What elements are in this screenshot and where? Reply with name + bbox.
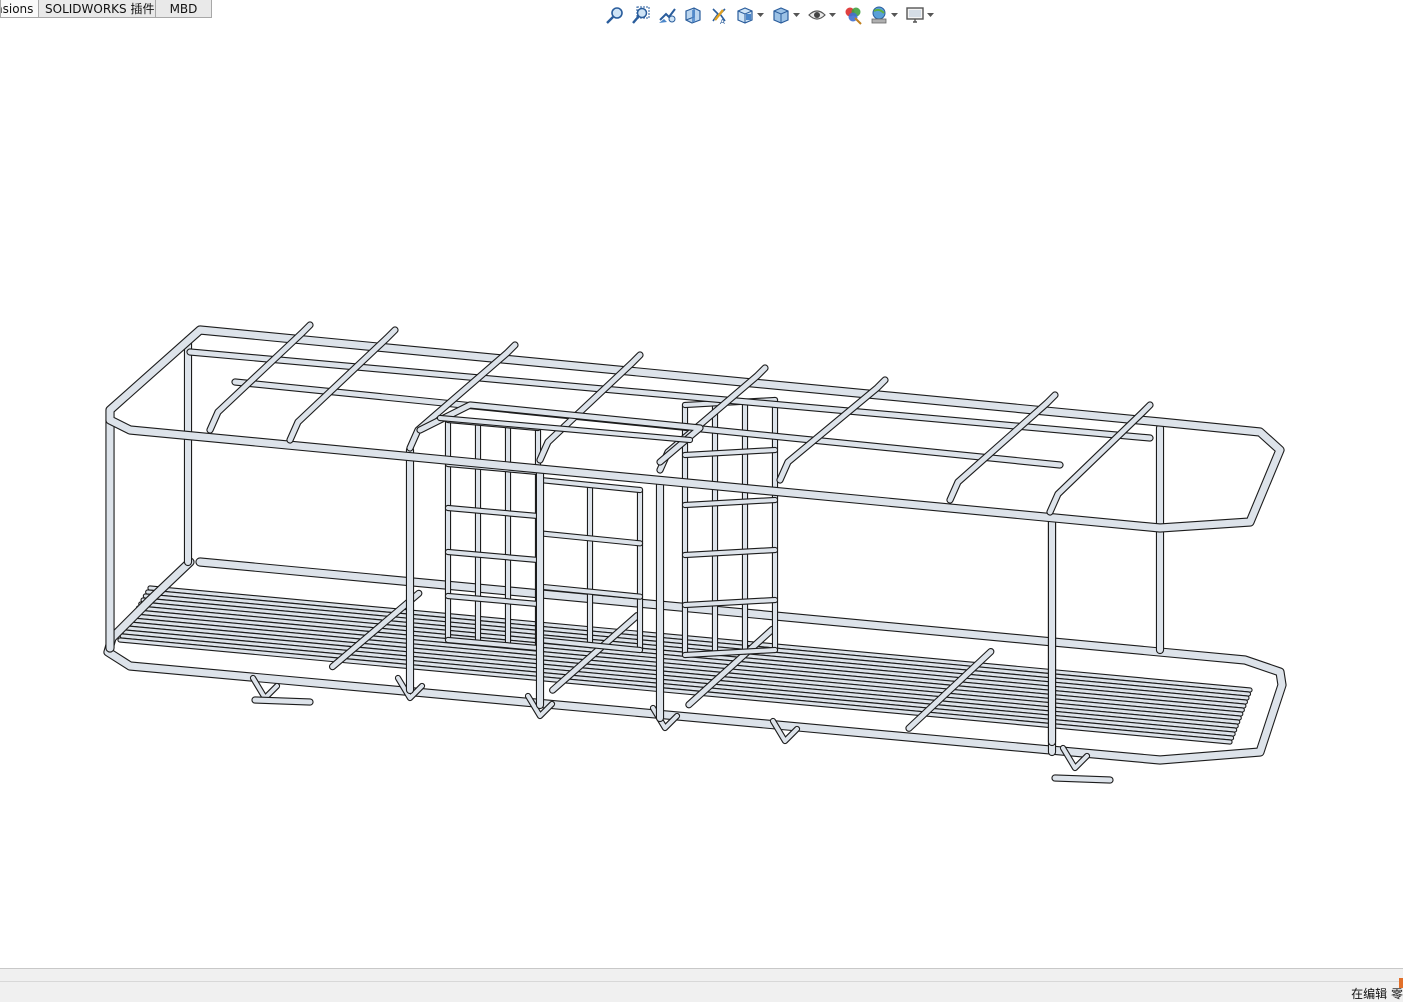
zoom-to-fit-icon[interactable] — [604, 4, 626, 26]
base-plate-face — [252, 697, 313, 705]
view-settings-dropdown[interactable] — [926, 4, 934, 26]
display-style-dropdown[interactable] — [792, 4, 800, 26]
heads-up-view-toolbar: A — [604, 4, 940, 26]
apply-scene-dropdown[interactable] — [890, 4, 898, 26]
graphics-area[interactable] — [0, 28, 1403, 968]
dynamic-annotation-views-icon[interactable]: A — [708, 4, 730, 26]
svg-text:A: A — [720, 18, 725, 25]
top-crossbar-face — [407, 342, 518, 451]
cage-horizontal-face — [683, 598, 777, 607]
status-indicator — [1399, 978, 1403, 988]
status-message: 在编辑 零件 — [1351, 987, 1403, 1001]
display-style-icon[interactable] — [770, 4, 792, 26]
cage-horizontal-face — [683, 548, 777, 557]
tab-mbd[interactable]: MBD — [155, 0, 212, 18]
zoom-to-area-icon[interactable] — [630, 4, 652, 26]
command-manager-tabs: nsions SOLIDWORKS 插件 MBD — [0, 0, 212, 19]
cage-horizontal-face — [683, 498, 777, 507]
previous-view-icon[interactable] — [656, 4, 678, 26]
tab-dimensions[interactable]: nsions — [0, 0, 39, 18]
view-settings-icon[interactable] — [904, 4, 926, 26]
tube-frame-model[interactable] — [0, 28, 1403, 968]
status-bar-divider — [0, 981, 1403, 982]
hide-show-items-icon[interactable] — [806, 4, 828, 26]
view-orientation-icon[interactable] — [734, 4, 756, 26]
edit-appearance-icon[interactable] — [842, 4, 864, 26]
cage-horizontal-face — [683, 448, 777, 457]
base-plate-face — [1052, 775, 1113, 783]
section-view-icon[interactable] — [682, 4, 704, 26]
tab-solidworks-addins[interactable]: SOLIDWORKS 插件 — [38, 0, 156, 18]
status-bar: 在编辑 零件 — [0, 968, 1403, 1002]
apply-scene-icon[interactable] — [868, 4, 890, 26]
view-orientation-dropdown[interactable] — [756, 4, 764, 26]
top-crossbar-face — [207, 322, 313, 433]
hide-show-items-dropdown[interactable] — [828, 4, 836, 26]
